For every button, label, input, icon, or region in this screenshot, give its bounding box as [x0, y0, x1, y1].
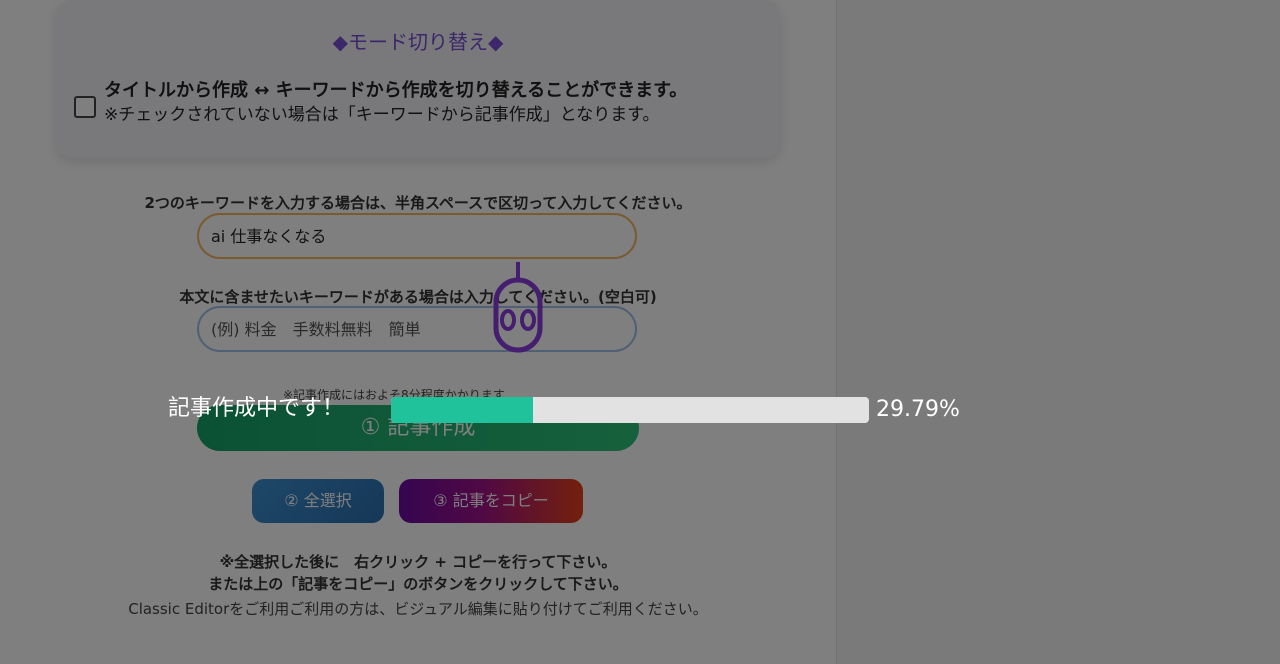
progress-status: 記事作成中です！	[168, 396, 345, 421]
progress-bar-fill	[391, 397, 534, 423]
progress-bar	[391, 397, 869, 423]
loading-overlay	[0, 0, 1280, 664]
progress-percent: 29.79%	[876, 397, 960, 422]
